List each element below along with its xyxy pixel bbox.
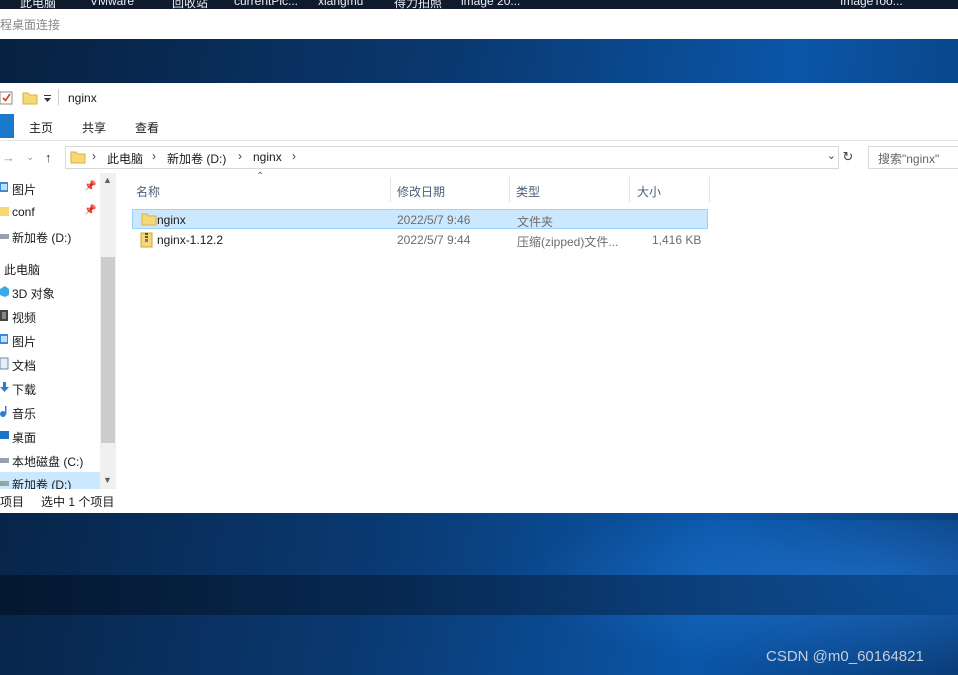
- quick-access-toolbar: nginx: [0, 83, 958, 113]
- file-explorer-window: nginx 主页 共享 查看 → ⌄ ↑ › 此电脑 › 新加卷 (D:) › …: [0, 83, 958, 513]
- column-divider[interactable]: [709, 177, 710, 202]
- desktop-shortcut[interactable]: 此电脑: [20, 0, 56, 9]
- column-divider[interactable]: [629, 177, 630, 202]
- pin-icon[interactable]: 📌: [84, 205, 96, 216]
- file-type: 压缩(zipped)文件...: [517, 235, 619, 249]
- nav-item-drive-c[interactable]: 本地磁盘 (C:): [0, 449, 100, 471]
- desktop-band: [0, 575, 958, 615]
- nav-item-3d-objects[interactable]: 3D 对象: [0, 281, 100, 303]
- desktop-icon-strip: 此电脑 VMware 回收站 currentPic... xiangmu 得力拍…: [0, 0, 958, 9]
- forward-arrow-icon[interactable]: →: [2, 150, 15, 165]
- documents-icon: [0, 357, 9, 370]
- refresh-icon[interactable]: ↻: [840, 146, 856, 167]
- breadcrumb-separator-icon[interactable]: ›: [152, 149, 156, 163]
- file-name: nginx-1.12.2: [157, 233, 224, 247]
- breadcrumb-nginx[interactable]: nginx: [253, 150, 282, 164]
- column-header-size[interactable]: 大小: [637, 183, 661, 200]
- music-icon: [0, 406, 7, 417]
- breadcrumb-separator-icon[interactable]: ›: [92, 149, 96, 163]
- scrollbar-thumb[interactable]: [101, 257, 115, 443]
- new-folder-icon[interactable]: [22, 91, 38, 105]
- nav-item-downloads[interactable]: 下载: [0, 377, 100, 399]
- tab-view[interactable]: 查看: [135, 119, 159, 136]
- folder-icon: [70, 151, 86, 164]
- column-divider[interactable]: [509, 177, 510, 202]
- search-input[interactable]: 搜索"nginx": [868, 146, 958, 169]
- zip-folder-icon: [140, 232, 153, 248]
- pin-icon[interactable]: 📌: [84, 181, 96, 192]
- nav-item-drive-d-selected[interactable]: 新加卷 (D:): [0, 472, 100, 489]
- search-placeholder: 搜索"nginx": [878, 152, 940, 166]
- drive-icon: [0, 458, 9, 463]
- column-header-type[interactable]: 类型: [516, 183, 540, 200]
- file-row-selected[interactable]: nginx 2022/5/7 9:46 文件夹: [132, 209, 708, 229]
- desktop-shortcut[interactable]: xiangmu: [318, 0, 363, 8]
- desktop-icon: [0, 431, 9, 439]
- folder-icon: [141, 213, 157, 226]
- scroll-down-icon[interactable]: ▼: [103, 475, 112, 485]
- pictures-icon: [0, 182, 8, 192]
- file-tab[interactable]: [0, 114, 14, 138]
- breadcrumb-this-pc[interactable]: 此电脑: [107, 150, 143, 167]
- watermark: CSDN @m0_60164821: [766, 648, 924, 665]
- address-row: → ⌄ ↑ › 此电脑 › 新加卷 (D:) › nginx › ⌄ ↻ 搜索"…: [0, 141, 958, 173]
- desktop-shortcut[interactable]: image 20...: [461, 0, 520, 8]
- drive-icon: [0, 481, 9, 486]
- nav-item-documents[interactable]: 文档: [0, 353, 100, 375]
- drive-icon: [0, 234, 9, 239]
- sort-ascending-icon: ⌃: [256, 171, 265, 182]
- customize-toolbar-icon[interactable]: [43, 95, 52, 103]
- column-divider[interactable]: [390, 177, 391, 202]
- address-history-dropdown-icon[interactable]: ⌄: [827, 149, 836, 162]
- breadcrumb-drive-d[interactable]: 新加卷 (D:): [167, 150, 226, 167]
- desktop-shortcut[interactable]: ImageToo...: [840, 0, 903, 8]
- desktop-shortcut[interactable]: 回收站: [172, 0, 208, 9]
- tab-share[interactable]: 共享: [82, 119, 106, 136]
- remote-desktop-title: 程桌面连接: [0, 18, 61, 32]
- recent-locations-icon[interactable]: ⌄: [26, 152, 34, 163]
- ribbon-tabs: 主页 共享 查看: [0, 113, 958, 141]
- pictures-icon: [0, 334, 8, 344]
- properties-icon[interactable]: [0, 91, 14, 105]
- file-name: nginx: [157, 213, 186, 227]
- scroll-up-icon[interactable]: ▲: [103, 175, 112, 185]
- nav-item-conf[interactable]: conf 📌: [0, 201, 100, 223]
- nav-item-music[interactable]: 音乐: [0, 401, 100, 423]
- desktop-shortcut[interactable]: currentPic...: [234, 0, 298, 8]
- navigation-pane: 图片 📌 conf 📌 新加卷 (D:) 此电脑 3D 对象 视频 图片 文档 …: [0, 173, 116, 489]
- status-bar: 项目 选中 1 个项目: [0, 489, 958, 513]
- item-count: 项目: [0, 495, 25, 509]
- nav-item-drive-d-quick[interactable]: 新加卷 (D:): [0, 225, 100, 247]
- downloads-icon: [0, 382, 9, 392]
- nav-item-videos[interactable]: 视频: [0, 305, 100, 327]
- file-date: 2022/5/7 9:44: [397, 233, 471, 247]
- desktop-shortcut[interactable]: 得力拍照: [394, 0, 442, 9]
- nav-scrollbar[interactable]: ▲ ▼: [100, 173, 116, 489]
- folder-icon: [0, 207, 9, 216]
- 3d-objects-icon: [0, 286, 9, 297]
- file-date: 2022/5/7 9:46: [397, 213, 471, 227]
- videos-icon: [0, 310, 8, 321]
- nav-item-desktop[interactable]: 桌面: [0, 425, 100, 447]
- file-row[interactable]: nginx-1.12.2 2022/5/7 9:44 压缩(zipped)文件.…: [132, 230, 708, 250]
- selection-count: 选中 1 个项目: [41, 495, 115, 509]
- nav-item-pictures[interactable]: 图片: [0, 329, 100, 351]
- desktop-shortcut[interactable]: VMware: [90, 0, 134, 8]
- file-list: ⌃ 名称 修改日期 类型 大小 nginx 2022/5/7 9:46 文件夹 …: [116, 171, 958, 489]
- column-header-name[interactable]: 名称: [136, 183, 160, 200]
- toolbar-divider: [58, 89, 59, 105]
- column-header-date[interactable]: 修改日期: [397, 183, 445, 200]
- address-bar[interactable]: › 此电脑 › 新加卷 (D:) › nginx › ⌄: [65, 146, 839, 169]
- window-title: nginx: [68, 91, 97, 105]
- file-size: 1,416 KB: [652, 233, 702, 247]
- up-arrow-icon[interactable]: ↑: [45, 150, 52, 165]
- file-type: 文件夹: [517, 215, 554, 229]
- remote-desktop-titlebar: 程桌面连接: [0, 9, 958, 39]
- tab-home[interactable]: 主页: [29, 119, 53, 136]
- nav-item-pictures-pinned[interactable]: 图片 📌: [0, 177, 100, 199]
- breadcrumb-separator-icon[interactable]: ›: [292, 149, 296, 163]
- breadcrumb-separator-icon[interactable]: ›: [238, 149, 242, 163]
- nav-item-this-pc[interactable]: 此电脑: [0, 257, 100, 279]
